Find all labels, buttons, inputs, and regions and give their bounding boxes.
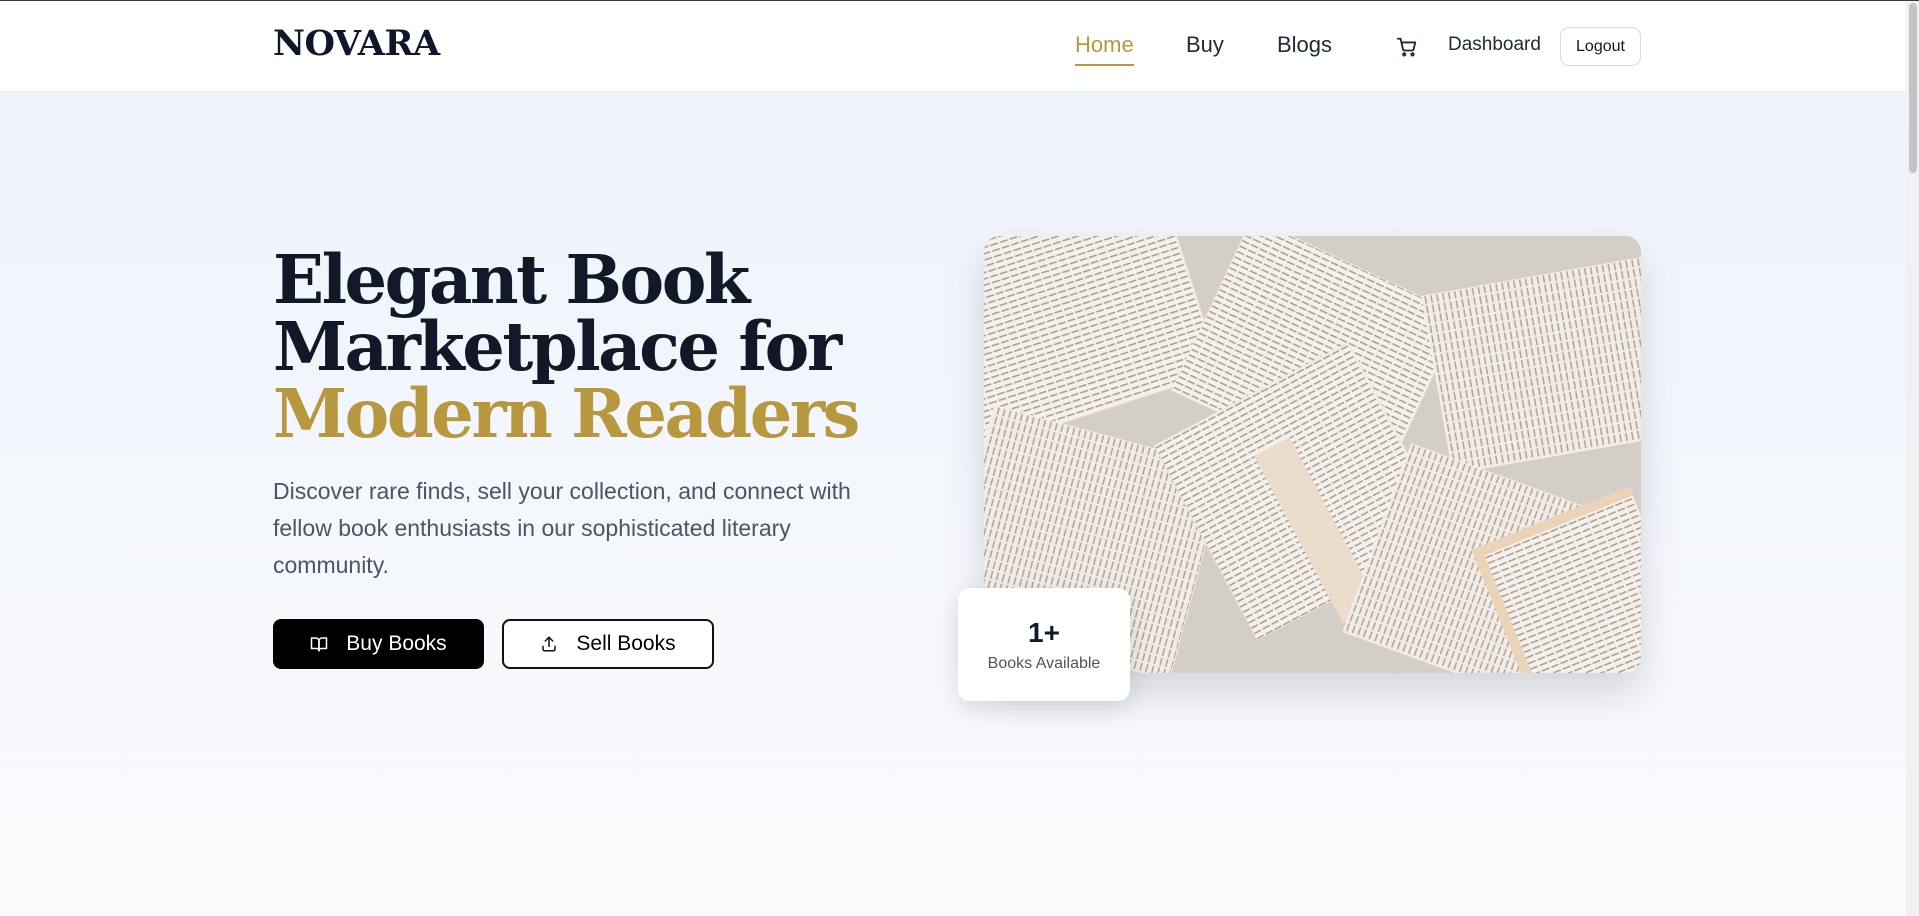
nav-link-blogs[interactable]: Blogs <box>1277 32 1332 58</box>
book-open-icon <box>311 637 328 652</box>
headline-line-1: Elegant Book <box>273 240 750 319</box>
nav-link-buy[interactable]: Buy <box>1186 32 1224 58</box>
brand-logo[interactable]: NOVARA <box>273 23 440 64</box>
logout-button[interactable]: Logout <box>1560 27 1641 66</box>
sell-books-label: Sell Books <box>576 632 676 655</box>
scrollbar-thumb[interactable] <box>1909 3 1917 173</box>
next-section <box>0 819 1906 916</box>
buy-books-button[interactable]: Buy Books <box>273 619 484 669</box>
page-scrollbar[interactable] <box>1906 1 1919 916</box>
books-available-card: 1+ Books Available <box>958 588 1130 701</box>
books-count: 1+ <box>1028 616 1060 648</box>
hero-headline: Elegant Book Marketplace for Modern Read… <box>273 240 860 453</box>
headline-accent: Modern Readers <box>273 374 860 453</box>
nav-link-home[interactable]: Home <box>1075 32 1134 66</box>
dashboard-link[interactable]: Dashboard <box>1448 34 1541 56</box>
hero-subtext: Discover rare finds, sell your collectio… <box>273 478 851 578</box>
shopping-cart-icon[interactable] <box>1396 36 1418 58</box>
headline-line-2: Marketplace for <box>273 307 842 386</box>
top-navbar: NOVARA Home Buy Blogs Dashboard Logout <box>0 1 1919 92</box>
page: NOVARA Home Buy Blogs Dashboard Logout E… <box>0 0 1919 916</box>
buy-books-label: Buy Books <box>346 632 447 655</box>
upload-icon <box>542 636 557 652</box>
books-count-label: Books Available <box>987 654 1101 672</box>
sell-books-button[interactable]: Sell Books <box>502 619 714 669</box>
hero-section: Elegant Book Marketplace for Modern Read… <box>0 92 1906 819</box>
